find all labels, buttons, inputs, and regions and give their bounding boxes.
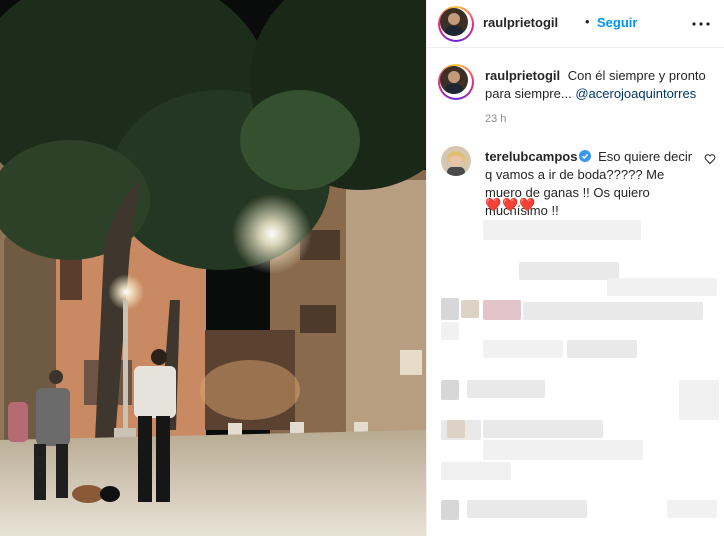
- caption-username[interactable]: raulprietogil: [485, 68, 560, 83]
- post-side-panel: raulprietogil • Seguir raulprietogil Con…: [426, 0, 724, 536]
- commenter-avatar[interactable]: [441, 146, 471, 176]
- post-photo[interactable]: [0, 0, 426, 536]
- commenter-username[interactable]: terelubcampos: [485, 149, 577, 164]
- header-separator: •: [585, 14, 590, 29]
- caption-timestamp[interactable]: 23 h: [485, 113, 506, 125]
- comment-hearts: ❤️❤️❤️: [485, 197, 537, 212]
- caption-avatar[interactable]: [438, 64, 474, 100]
- author-avatar[interactable]: [438, 6, 474, 42]
- post-caption: raulprietogil Con él siempre y pronto pa…: [485, 67, 715, 103]
- more-horizontal-icon[interactable]: [689, 12, 713, 36]
- heart-outline-icon[interactable]: [704, 153, 716, 165]
- night-street-photo: [0, 0, 426, 536]
- post-header: raulprietogil • Seguir: [427, 0, 724, 48]
- verified-badge-icon: [579, 150, 592, 162]
- follow-button[interactable]: Seguir: [597, 15, 637, 30]
- caption-mention[interactable]: @acerojoaquintorres: [575, 86, 696, 101]
- author-username[interactable]: raulprietogil: [483, 15, 558, 30]
